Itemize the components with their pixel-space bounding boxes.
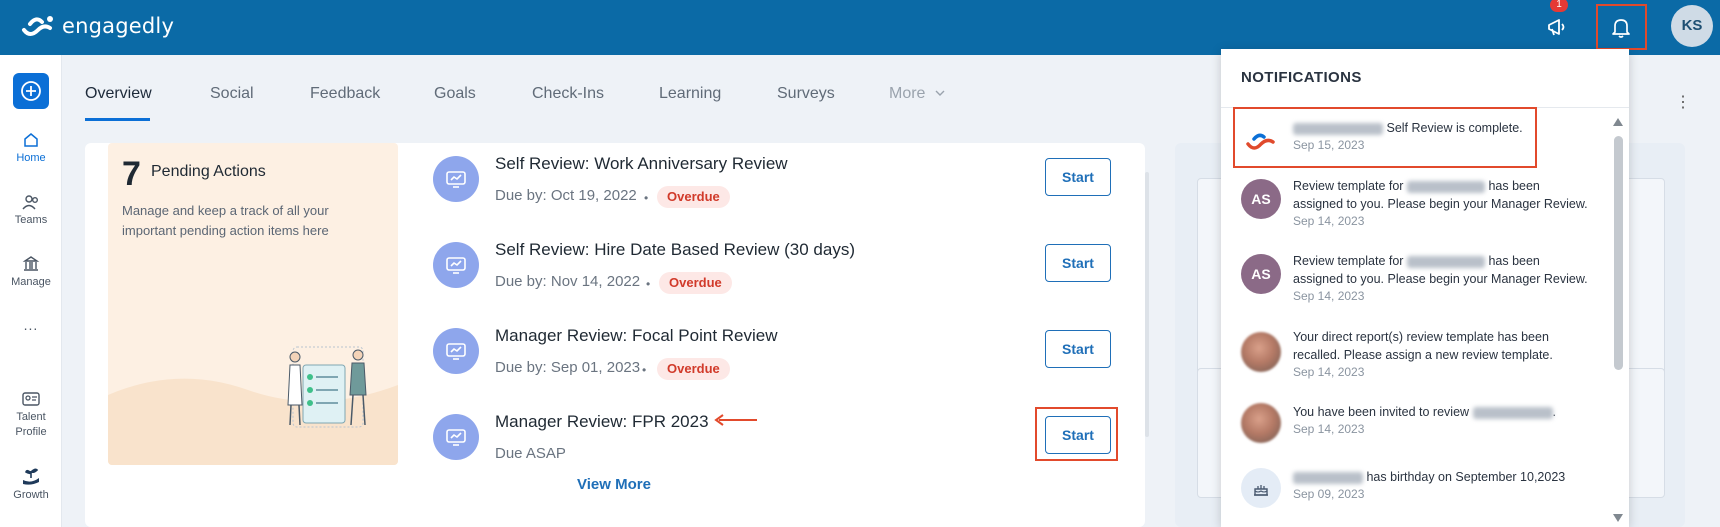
megaphone-icon	[1548, 19, 1565, 36]
action-row[interactable]: Manager Review: Focal Point Review Due b…	[433, 320, 1133, 380]
review-icon	[433, 242, 479, 288]
avatar: AS	[1241, 254, 1281, 294]
tab-more-label: More	[889, 85, 926, 102]
review-icon	[433, 328, 479, 374]
tab-more[interactable]: More	[889, 85, 946, 103]
sidebar-item-label: Growth	[13, 489, 49, 501]
main-scrollbar[interactable]	[1145, 172, 1149, 437]
tab-check-ins[interactable]: Check-Ins	[532, 85, 604, 103]
avatar	[1241, 332, 1281, 372]
sidebar-item-label: Talent Profile	[15, 411, 47, 438]
action-title[interactable]: Self Review: Hire Date Based Review (30 …	[495, 240, 855, 260]
teams-icon	[22, 195, 38, 210]
pending-count: 7	[122, 155, 141, 193]
action-due-date: Due by: Sep 01, 2023	[495, 359, 641, 376]
user-avatar[interactable]: KS	[1671, 5, 1713, 47]
top-bar: engagedly 1 KS	[0, 0, 1720, 55]
sidebar-item-talent-profile[interactable]: Talent Profile	[0, 391, 62, 440]
avatar	[1241, 403, 1281, 443]
tab-surveys[interactable]: Surveys	[777, 85, 835, 103]
announcements-button[interactable]	[1540, 10, 1574, 44]
create-button[interactable]	[13, 73, 49, 109]
view-more-link[interactable]: View More	[577, 476, 651, 493]
redacted-name	[1293, 471, 1363, 484]
notification-text: You have been invited to review .	[1293, 405, 1557, 419]
id-card-icon	[22, 392, 40, 406]
sidebar-item-more[interactable]: ...	[0, 317, 62, 333]
tab-feedback[interactable]: Feedback	[310, 85, 380, 103]
growth-icon	[23, 468, 39, 485]
notification-date: Sep 14, 2023	[1293, 422, 1365, 436]
pending-description: Manage and keep a track of all your impo…	[122, 203, 329, 238]
start-button-highlight-box	[1035, 407, 1118, 461]
pending-illustration	[108, 346, 398, 465]
overdue-badge: Overdue	[659, 272, 732, 294]
pending-actions-summary: 7 Pending Actions Manage and keep a trac…	[108, 143, 398, 465]
notification-text: Review template for has been assigned to…	[1293, 254, 1588, 286]
redacted-name	[1406, 180, 1485, 193]
action-due-date: Due by: Oct 19, 2022	[495, 187, 637, 204]
start-button[interactable]: Start	[1045, 244, 1111, 282]
app-logo[interactable]: engagedly	[20, 10, 174, 42]
notification-date: Sep 14, 2023	[1293, 289, 1365, 303]
scroll-up-arrow-icon[interactable]	[1613, 118, 1623, 126]
overdue-badge: Overdue	[657, 186, 730, 208]
tab-social[interactable]: Social	[210, 85, 254, 103]
manage-icon	[22, 256, 40, 271]
more-icon: ...	[23, 317, 39, 333]
overdue-badge: Overdue	[657, 358, 730, 380]
sidebar: Home Teams Manage ... Talent Profile Gro…	[0, 55, 62, 527]
action-row[interactable]: Manager Review: FPR 2023 Due ASAP Start	[433, 406, 1133, 466]
separator-dot: •	[646, 277, 651, 291]
action-title[interactable]: Manager Review: Focal Point Review	[495, 326, 778, 346]
red-arrow-annotation	[714, 414, 757, 426]
birthday-cake-icon	[1241, 468, 1281, 508]
home-icon	[24, 133, 38, 147]
separator-dot: •	[642, 363, 647, 377]
sidebar-item-label: Teams	[14, 214, 48, 226]
start-button[interactable]: Start	[1045, 330, 1111, 368]
notification-text: Review template for has been assigned to…	[1293, 179, 1588, 211]
sidebar-item-label: Home	[16, 152, 46, 164]
bell-highlight-box	[1596, 4, 1647, 50]
sidebar-item-home[interactable]: Home	[0, 131, 62, 164]
notification-date: Sep 09, 2023	[1293, 487, 1365, 501]
announcement-badge: 1	[1550, 0, 1568, 12]
tab-learning[interactable]: Learning	[659, 85, 721, 103]
notifications-scrollbar[interactable]	[1614, 136, 1623, 370]
plus-circle-icon	[21, 81, 41, 101]
redacted-name	[1406, 255, 1485, 268]
app-name: engagedly	[62, 14, 175, 38]
action-row[interactable]: Self Review: Work Anniversary Review Due…	[433, 148, 1133, 208]
chevron-down-icon	[935, 90, 945, 96]
separator-dot: •	[644, 191, 649, 205]
notification-highlight-box	[1233, 107, 1537, 168]
engagedly-logo-icon	[22, 16, 53, 36]
action-title[interactable]: Manager Review: FPR 2023	[495, 412, 709, 432]
tab-goals[interactable]: Goals	[434, 85, 476, 103]
notifications-title: NOTIFICATIONS	[1241, 69, 1362, 86]
kebab-menu-icon[interactable]: ⋮	[1675, 92, 1691, 112]
start-button[interactable]: Start	[1045, 158, 1111, 196]
active-tab-indicator	[85, 118, 150, 121]
notification-date: Sep 14, 2023	[1293, 365, 1365, 379]
action-due-date: Due by: Nov 14, 2022	[495, 273, 641, 290]
action-row[interactable]: Self Review: Hire Date Based Review (30 …	[433, 234, 1133, 294]
avatar: AS	[1241, 179, 1281, 219]
sidebar-item-manage[interactable]: Manage	[0, 255, 62, 288]
sidebar-item-label: Manage	[11, 276, 51, 288]
pending-title: Pending Actions	[151, 163, 266, 180]
notification-text: Your direct report(s) review template ha…	[1293, 330, 1553, 362]
redacted-name	[1472, 406, 1553, 419]
sidebar-item-teams[interactable]: Teams	[0, 193, 62, 226]
sidebar-item-growth[interactable]: Growth	[0, 466, 62, 501]
action-title[interactable]: Self Review: Work Anniversary Review	[495, 154, 788, 174]
review-icon	[433, 156, 479, 202]
action-due-date: Due ASAP	[495, 445, 566, 462]
notification-text: has birthday on September 10,2023	[1293, 468, 1593, 486]
tab-overview[interactable]: Overview	[85, 85, 152, 103]
review-icon	[433, 414, 479, 460]
scroll-down-arrow-icon[interactable]	[1613, 514, 1623, 522]
notification-date: Sep 14, 2023	[1293, 214, 1365, 228]
